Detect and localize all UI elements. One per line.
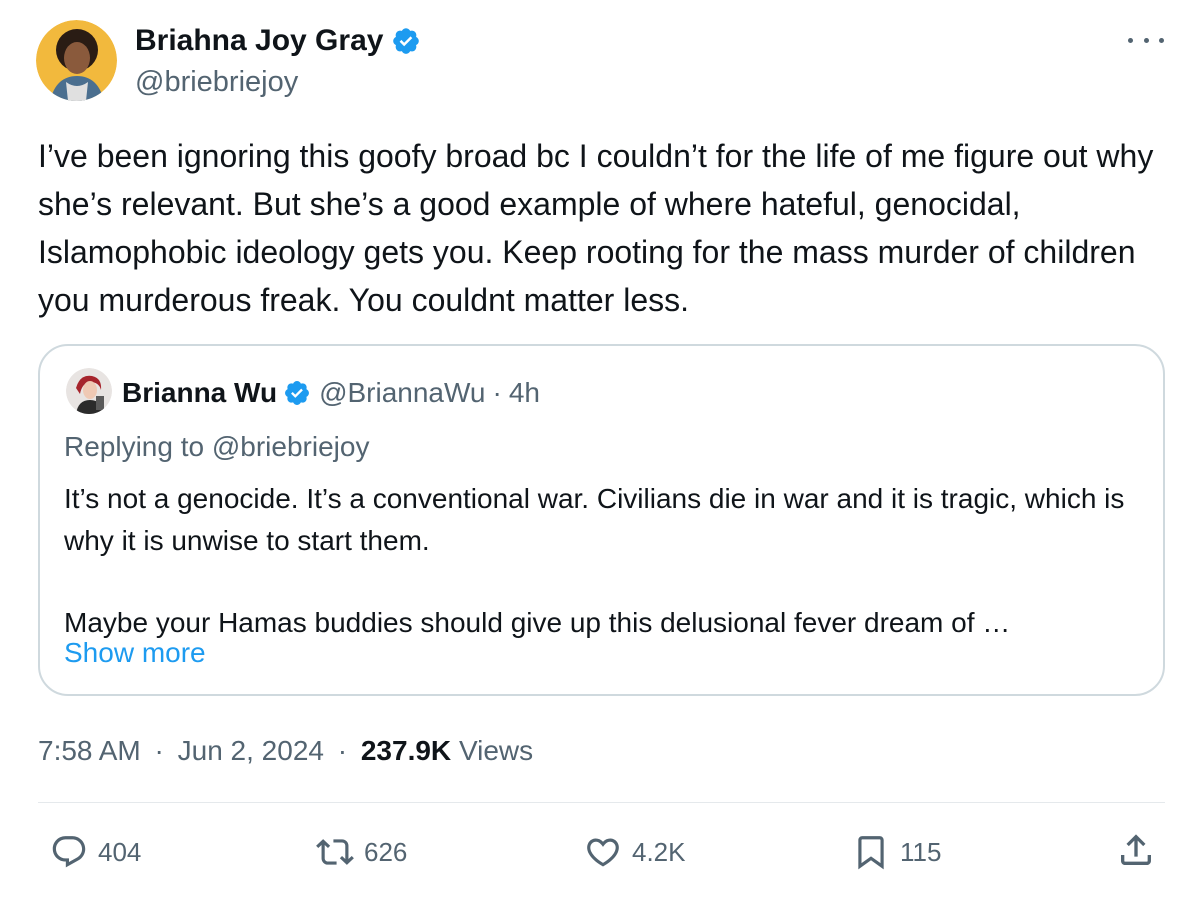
repost-icon	[316, 839, 354, 865]
meta-separator: ·	[337, 735, 348, 766]
more-dot	[1143, 37, 1149, 43]
author-avatar[interactable]	[36, 20, 117, 101]
share-button[interactable]	[1116, 830, 1156, 870]
more-icon[interactable]	[1128, 28, 1164, 52]
tweet-meta: 7:58 AM · Jun 2, 2024 · 237.9K Views	[38, 733, 533, 769]
quote-body: It’s not a genocide. It’s a conventional…	[64, 478, 1144, 644]
quote-meta-separator: ·	[492, 377, 502, 408]
quote-author-handle[interactable]: @BriannaWu	[319, 376, 485, 410]
like-button[interactable]: 4.2K	[584, 832, 686, 872]
tweet-text: I’ve been ignoring this goofy broad bc I…	[38, 138, 1154, 318]
views-count: 237.9K	[360, 735, 452, 766]
reply-button[interactable]: 404	[50, 832, 141, 872]
reply-icon	[52, 836, 86, 868]
verified-badge-icon	[391, 26, 421, 56]
more-dot	[1159, 37, 1164, 43]
quote-avatar[interactable]	[66, 368, 112, 414]
quote-replying-to: Replying to @briebriejoy	[64, 431, 370, 462]
bookmark-icon	[858, 836, 884, 870]
more-dot	[1128, 37, 1133, 43]
bookmark-button[interactable]: 115	[852, 832, 941, 872]
author-handle[interactable]: @briebriejoy	[135, 64, 298, 100]
quote-paragraph-1: It’s not a genocide. It’s a conventional…	[64, 483, 1125, 556]
quote-header: Brianna Wu @BriannaWu · 4h	[122, 376, 540, 410]
show-more-link[interactable]: Show more	[64, 636, 206, 670]
quoted-tweet-card[interactable]: Brianna Wu @BriannaWu · 4h Replying to @…	[38, 344, 1165, 696]
repost-button[interactable]: 626	[316, 832, 407, 872]
share-icon	[1121, 834, 1151, 865]
repost-count: 626	[364, 836, 408, 867]
like-count: 4.2K	[632, 836, 686, 867]
quote-paragraph-2: Maybe your Hamas buddies should give up …	[64, 607, 1011, 638]
author-name-text[interactable]: Briahna Joy Gray	[135, 22, 383, 60]
tweet-time[interactable]: 7:58 AM	[38, 735, 141, 766]
like-icon	[587, 838, 619, 867]
reply-count: 404	[98, 836, 142, 867]
quote-author-name[interactable]: Brianna Wu	[122, 376, 277, 410]
bookmark-count: 115	[900, 836, 942, 867]
verified-badge-icon	[283, 379, 311, 407]
tweet-date[interactable]: Jun 2, 2024	[178, 735, 324, 766]
quote-age[interactable]: 4h	[509, 376, 540, 410]
author-name[interactable]: Briahna Joy Gray	[135, 22, 421, 60]
views-label: Views	[458, 735, 534, 766]
divider	[38, 802, 1165, 803]
meta-separator: ·	[154, 735, 164, 766]
